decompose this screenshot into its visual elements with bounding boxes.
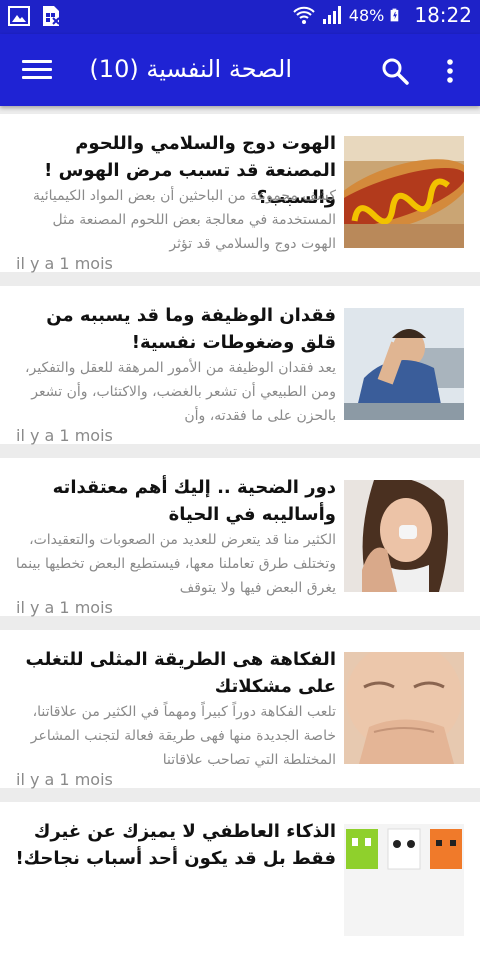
app-bar: الصحة النفسية (10) [0, 34, 480, 106]
article-excerpt: تلعب الفكاهة دوراً كبيراً ومهماً في الكث… [30, 704, 336, 768]
article-excerpt: يعد فقدان الوظيفة من الأمور المرهقة للعق… [24, 360, 336, 424]
laughing-woman-photo [344, 652, 464, 764]
search-icon[interactable] [380, 56, 410, 86]
article-date: il y a 1 mois [16, 426, 113, 445]
signal-icon [322, 6, 341, 24]
more-vert-icon[interactable] [440, 56, 460, 86]
gallery-icon [8, 6, 30, 26]
menu-icon[interactable] [22, 56, 52, 84]
list-item-article-4[interactable]: الفكاهة هى الطريقة المثلى للتغلب على مشك… [0, 630, 480, 789]
emoji-faces-photo [344, 824, 464, 936]
article-excerpt: الكثير منا قد يتعرض للعديد من الصعوبات و… [15, 532, 336, 596]
battery-percent: 48% [348, 5, 385, 25]
list-item-article-3[interactable]: دور الضحية .. إليك أهم معتقداته وأساليبه… [0, 458, 480, 617]
list-item-article-1[interactable]: الهوت دوج والسلامي واللحوم المصنعة قد تس… [0, 114, 480, 273]
wifi-icon [293, 6, 315, 24]
article-title: فقدان الوظيفة وما قد يسببه من قلق وضغوطا… [46, 305, 336, 353]
sim-card-icon [43, 6, 60, 26]
article-title: دور الضحية .. إليك أهم معتقداته وأساليبه… [52, 477, 336, 525]
article-excerpt: كشف مجموعة من الباحثين أن بعض المواد الك… [33, 188, 336, 252]
article-excerpt [14, 872, 336, 944]
article-date: il y a 1 mois [16, 598, 113, 617]
article-title: الذكاء العاطفي لا يميزك عن غيرك فقط بل ق… [15, 821, 336, 869]
article-title: الفكاهة هى الطريقة المثلى للتغلب على مشك… [25, 649, 336, 697]
crying-woman-photo [344, 480, 464, 592]
hot-dog-photo [344, 136, 464, 248]
article-date: il y a 1 mois [16, 254, 113, 273]
clock: 18:22 [414, 3, 472, 27]
page-title: الصحة النفسية (10) [89, 55, 292, 83]
status-bar: 48% 18:22 [0, 0, 480, 34]
battery-charging-icon [390, 8, 399, 22]
list-item-article-2[interactable]: فقدان الوظيفة وما قد يسببه من قلق وضغوطا… [0, 286, 480, 445]
article-date: il y a 1 mois [16, 770, 113, 789]
list-item-article-5[interactable]: الذكاء العاطفي لا يميزك عن غيرك فقط بل ق… [0, 802, 480, 960]
stressed-man-photo [344, 308, 464, 420]
